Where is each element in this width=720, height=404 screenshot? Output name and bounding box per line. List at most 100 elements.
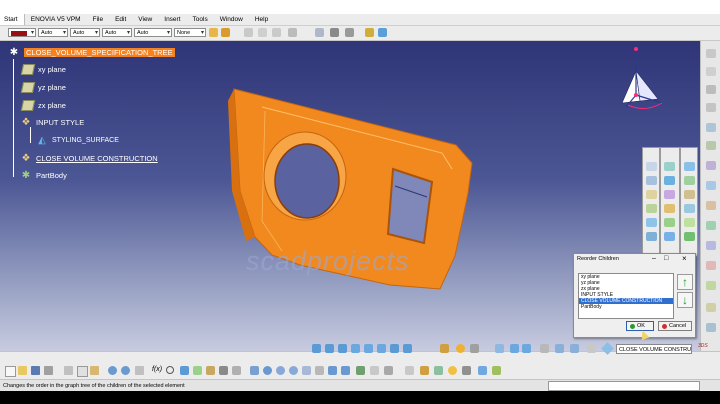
tree-node-close-volume-construction[interactable]: ❖ CLOSE VOLUME CONSTRUCTION <box>20 152 158 164</box>
fillet-icon[interactable] <box>706 181 716 190</box>
layer-select[interactable]: None <box>174 28 206 38</box>
measure-distance-icon[interactable] <box>232 366 241 375</box>
diamond-icon[interactable] <box>601 342 614 355</box>
active-part-select[interactable]: CLOSE VOLUME CONSTRU <box>616 344 692 354</box>
fly-mode-icon[interactable] <box>180 366 189 375</box>
view-mode-icon[interactable] <box>312 344 321 353</box>
view-mode-icon[interactable] <box>351 344 360 353</box>
redo-icon[interactable] <box>121 366 130 375</box>
copy-icon[interactable] <box>77 366 88 377</box>
view-mode-icon[interactable] <box>364 344 373 353</box>
move-down-button[interactable]: ↓ <box>677 292 693 308</box>
sweep-icon[interactable] <box>664 162 675 171</box>
measure-tool-icon[interactable] <box>706 303 716 312</box>
point-icon[interactable] <box>646 190 657 199</box>
cube-icon[interactable] <box>510 344 519 353</box>
measure-icon[interactable] <box>258 28 267 37</box>
tree-node-yz-plane[interactable]: yz plane <box>20 81 66 93</box>
new-icon[interactable] <box>5 366 16 377</box>
rotate-icon[interactable] <box>684 190 695 199</box>
normal-view-icon[interactable] <box>315 366 324 375</box>
zoom-in-icon[interactable] <box>276 366 285 375</box>
whats-this-icon[interactable] <box>135 366 144 375</box>
ok-button[interactable]: OK <box>626 321 654 331</box>
draft-icon[interactable] <box>706 261 716 270</box>
hide-icon[interactable] <box>370 366 379 375</box>
sun-icon[interactable] <box>456 344 465 353</box>
boolean-icon[interactable] <box>706 281 716 290</box>
offset-icon[interactable] <box>646 232 657 241</box>
extract-icon[interactable] <box>684 162 695 171</box>
translate-icon[interactable] <box>684 176 695 185</box>
shading-icon[interactable] <box>570 344 579 353</box>
undo-icon[interactable] <box>108 366 117 375</box>
point-symbol-select[interactable]: Auto <box>134 28 172 38</box>
knowledge-icon[interactable] <box>492 366 501 375</box>
layer-icon[interactable] <box>405 366 414 375</box>
sketch-plane-icon[interactable] <box>206 366 215 375</box>
revolve-icon[interactable] <box>706 141 716 150</box>
view-mode-icon[interactable] <box>403 344 412 353</box>
grid-icon[interactable] <box>378 28 387 37</box>
line-icon[interactable] <box>646 162 657 171</box>
search-icon[interactable] <box>166 366 174 374</box>
shell-icon[interactable] <box>706 241 716 250</box>
menu-help[interactable]: Help <box>249 14 274 25</box>
light-icon[interactable] <box>448 366 457 375</box>
camera-icon[interactable] <box>462 366 471 375</box>
view-mode-icon[interactable] <box>377 344 386 353</box>
spline-icon[interactable] <box>706 85 716 94</box>
loft-icon[interactable] <box>706 161 716 170</box>
sketch-icon[interactable] <box>706 49 716 58</box>
render-icon[interactable] <box>420 366 429 375</box>
swap-space-icon[interactable] <box>384 366 393 375</box>
line-thickness-select[interactable]: Auto <box>70 28 100 38</box>
fill-icon[interactable] <box>664 176 675 185</box>
move-up-button[interactable]: ↑ <box>677 274 693 290</box>
geometry-icon[interactable] <box>470 344 479 353</box>
tree-node-styling-surface[interactable]: ◭ STYLING_SURFACE <box>36 134 119 146</box>
tree-node-partbody[interactable]: ✱ PartBody <box>20 169 67 181</box>
thickness-icon[interactable] <box>706 221 716 230</box>
print-icon[interactable] <box>44 366 53 375</box>
split-icon[interactable] <box>664 204 675 213</box>
cube-icon[interactable] <box>522 344 531 353</box>
transparency-select[interactable]: Auto <box>38 28 68 38</box>
menu-view[interactable]: View <box>132 14 158 25</box>
scaling-icon[interactable] <box>684 218 695 227</box>
tree-node-zx-plane[interactable]: zx plane <box>20 99 66 111</box>
menu-window[interactable]: Window <box>214 14 249 25</box>
plane-tool-icon[interactable] <box>646 204 657 213</box>
tree-node-input-style[interactable]: ❖ INPUT STYLE <box>20 116 85 128</box>
zoom-out-icon[interactable] <box>289 366 298 375</box>
formula-icon[interactable]: f(x) <box>152 366 162 375</box>
analysis-mode-icon[interactable] <box>219 366 228 375</box>
pattern-icon[interactable] <box>684 232 695 241</box>
hide-show-icon[interactable] <box>330 28 339 37</box>
command-input[interactable] <box>548 381 700 391</box>
zoom-area-icon[interactable] <box>302 366 311 375</box>
tree-icon[interactable] <box>193 366 202 375</box>
tree-root[interactable]: ✱ CLOSE_VOLUME_SPECIFICATION_TREE <box>8 46 175 58</box>
surface-tool-icon[interactable] <box>646 218 657 227</box>
environment-icon[interactable] <box>434 366 443 375</box>
extrude-icon[interactable] <box>706 123 716 132</box>
dialog-minimize-icon[interactable]: – <box>652 255 656 262</box>
iso-view-icon[interactable] <box>341 366 350 375</box>
grid-view-icon[interactable] <box>495 344 504 353</box>
painter-icon[interactable] <box>209 28 218 37</box>
analysis-tool-icon[interactable] <box>706 323 716 332</box>
chamfer-icon[interactable] <box>706 201 716 210</box>
curve-icon[interactable] <box>646 176 657 185</box>
wire-icon[interactable] <box>540 344 549 353</box>
view-mode-icon[interactable] <box>390 344 399 353</box>
analysis-icon[interactable] <box>288 28 297 37</box>
menu-insert[interactable]: Insert <box>158 14 186 25</box>
trim-icon[interactable] <box>664 218 675 227</box>
tree-node-xy-plane[interactable]: xy plane <box>20 63 66 75</box>
material-icon[interactable] <box>587 344 596 353</box>
open-icon[interactable] <box>18 366 27 375</box>
select-icon[interactable] <box>272 28 281 37</box>
children-list-item[interactable]: PartBody <box>579 304 673 310</box>
symmetry-icon[interactable] <box>684 204 695 213</box>
